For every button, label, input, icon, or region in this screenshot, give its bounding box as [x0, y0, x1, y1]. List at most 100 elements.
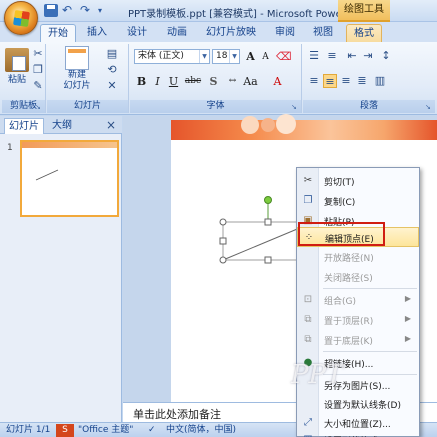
tab-view[interactable]: 视图	[306, 24, 340, 42]
taskbar-app-icon[interactable]: S	[56, 424, 74, 437]
reset-icon[interactable]: ⟲	[105, 63, 119, 77]
menu-item-group: ⊡ 组合(G) ▶	[297, 290, 419, 310]
tab-format[interactable]: 格式	[346, 24, 382, 42]
theme-name: "Office 主题"	[78, 425, 134, 435]
font-launcher-icon[interactable]: ↘	[291, 103, 299, 111]
undo-icon[interactable]: ↶	[62, 4, 76, 17]
align-right-icon[interactable]: ≡	[339, 74, 353, 88]
redo-icon[interactable]: ↷	[80, 4, 94, 17]
customize-qat-icon[interactable]: ▾	[98, 4, 112, 17]
shadow-button[interactable]: S	[206, 74, 221, 89]
shrink-font-icon[interactable]: A	[258, 50, 273, 65]
language-status[interactable]: 中文(简体，中国)	[166, 424, 236, 437]
tab-home[interactable]: 开始	[40, 24, 76, 42]
slides-pane: 幻灯片 大纲 × 1	[0, 116, 122, 422]
menu-item-send-back: ⧉ 置于底层(K) ▶	[297, 330, 419, 350]
format-painter-icon[interactable]: ✎	[31, 79, 45, 93]
cut-icon[interactable]: ✂	[31, 47, 45, 61]
pane-tabs: 幻灯片 大纲 ×	[0, 116, 122, 134]
columns-icon[interactable]: ▥	[373, 74, 387, 88]
title-bar: ↶ ↷ ▾ PPT录制模板.ppt [兼容模式] - Microsoft Pow…	[0, 0, 437, 35]
ribbon: 粘贴 ✂ ❐ ✎ 剪贴板 ↘ 新建 幻灯片 ▤ ⟲ ✕ 幻灯片 宋体 (正文) …	[0, 42, 437, 115]
group-icon: ⊡	[303, 294, 313, 305]
tab-slideshow[interactable]: 幻灯片放映	[200, 24, 262, 42]
menu-item-cut[interactable]: ✂ 剪切(T)	[297, 171, 419, 191]
increase-indent-icon[interactable]: ⇥	[361, 49, 375, 63]
paste-label: 粘贴	[7, 75, 26, 85]
font-color-icon[interactable]: A	[270, 74, 285, 89]
tab-insert[interactable]: 插入	[80, 24, 114, 42]
font-name-select[interactable]: 宋体 (正文) ▼	[134, 49, 210, 64]
align-left-icon[interactable]: ≡	[307, 74, 321, 88]
spellcheck-icon[interactable]: ✓	[148, 424, 156, 437]
copy-icon[interactable]: ❐	[31, 63, 45, 77]
decrease-indent-icon[interactable]: ⇤	[345, 49, 359, 63]
clear-format-icon[interactable]: ⌫	[276, 49, 292, 64]
tab-outline[interactable]: 大纲	[48, 118, 76, 134]
copy-icon: ❐	[303, 195, 313, 206]
scissors-icon: ✂	[303, 175, 313, 186]
menu-item-close-path: 关闭路径(S)	[324, 274, 373, 284]
ribbon-tabs: 开始 插入 设计 动画 幻灯片放映 审阅 视图 格式	[0, 22, 437, 42]
numbering-icon[interactable]: ≡	[325, 49, 339, 63]
clipboard-group: 粘贴 ✂ ❐ ✎ 剪贴板 ↘	[2, 44, 46, 113]
chevron-down-icon: ▼	[199, 50, 209, 63]
office-button[interactable]	[4, 1, 38, 35]
drawing-tools-context: 绘图工具	[338, 0, 390, 22]
submenu-arrow-icon: ▶	[404, 334, 411, 343]
justify-icon[interactable]: ≣	[355, 74, 369, 88]
new-slide-button[interactable]: 新建 幻灯片	[57, 46, 97, 92]
clipboard-launcher-icon[interactable]: ↘	[35, 103, 43, 111]
layout-icon[interactable]: ▤	[105, 47, 119, 61]
font-size-value: 18	[216, 51, 228, 61]
format-shape-icon: ▧	[301, 433, 315, 437]
grow-font-icon[interactable]: A	[243, 49, 258, 64]
slides-group-label: 幻灯片	[47, 100, 128, 113]
font-size-select[interactable]: 18 ▼	[212, 49, 240, 64]
char-spacing-icon[interactable]: ↔	[225, 74, 240, 89]
bullets-icon[interactable]: ☰	[307, 49, 321, 63]
notes-placeholder: 单击此处添加备注	[133, 408, 221, 421]
font-name-value: 宋体 (正文)	[138, 51, 184, 61]
submenu-arrow-icon: ▶	[404, 314, 411, 323]
watermark: PPT	[291, 360, 344, 390]
bold-button[interactable]: B	[134, 74, 149, 89]
strikethrough-button[interactable]: abc	[182, 74, 204, 89]
underline-button[interactable]: U	[166, 74, 181, 89]
font-group-label: 字体	[130, 100, 301, 113]
slide-info: 幻灯片 1/1	[6, 425, 51, 435]
chevron-down-icon: ▼	[229, 50, 239, 63]
paragraph-launcher-icon[interactable]: ↘	[425, 103, 433, 111]
change-case-icon[interactable]: Aa	[243, 74, 258, 89]
window-title: PPT录制模板.ppt [兼容模式] - Microsoft PowerP...	[128, 9, 360, 20]
save-icon[interactable]	[44, 4, 58, 17]
menu-item-format-shape[interactable]: ▧设置形状格式(O)...	[297, 430, 419, 437]
menu-item-bring-front: ⧉ 置于顶层(R) ▶	[297, 310, 419, 330]
delete-slide-icon[interactable]: ✕	[105, 79, 119, 93]
new-slide-label: 新建 幻灯片	[63, 70, 91, 91]
tab-animations[interactable]: 动画	[160, 24, 194, 42]
paragraph-group: ☰ ≡ ⇤ ⇥ ↕ ≡ ≡ ≡ ≣ ▥ 段落 ↘	[303, 44, 435, 113]
paragraph-group-label: 段落	[303, 100, 435, 113]
office-logo-icon	[13, 10, 30, 27]
italic-button[interactable]: I	[150, 74, 165, 89]
slide-thumbnail[interactable]	[20, 140, 119, 217]
menu-item-copy[interactable]: ❐ 复制(C)	[297, 191, 419, 211]
send-back-icon: ⧉	[304, 334, 312, 345]
paste-button[interactable]: 粘贴	[4, 48, 30, 85]
tab-review[interactable]: 审阅	[268, 24, 302, 42]
bring-front-icon: ⧉	[304, 314, 312, 325]
paste-icon	[5, 48, 29, 72]
new-slide-icon	[65, 46, 89, 70]
thumbnail-line-icon	[35, 169, 59, 181]
align-center-icon[interactable]: ≡	[323, 74, 337, 88]
menu-item-open-path: 开放路径(N)	[324, 254, 374, 264]
tab-design[interactable]: 设计	[120, 24, 154, 42]
highlight-box	[298, 222, 385, 246]
close-icon[interactable]: ×	[106, 118, 116, 132]
slide-number: 1	[7, 143, 13, 153]
submenu-arrow-icon: ▶	[404, 294, 411, 303]
slides-group: 新建 幻灯片 ▤ ⟲ ✕ 幻灯片	[47, 44, 129, 113]
tab-slides[interactable]: 幻灯片	[4, 118, 44, 134]
line-spacing-icon[interactable]: ↕	[379, 49, 393, 63]
